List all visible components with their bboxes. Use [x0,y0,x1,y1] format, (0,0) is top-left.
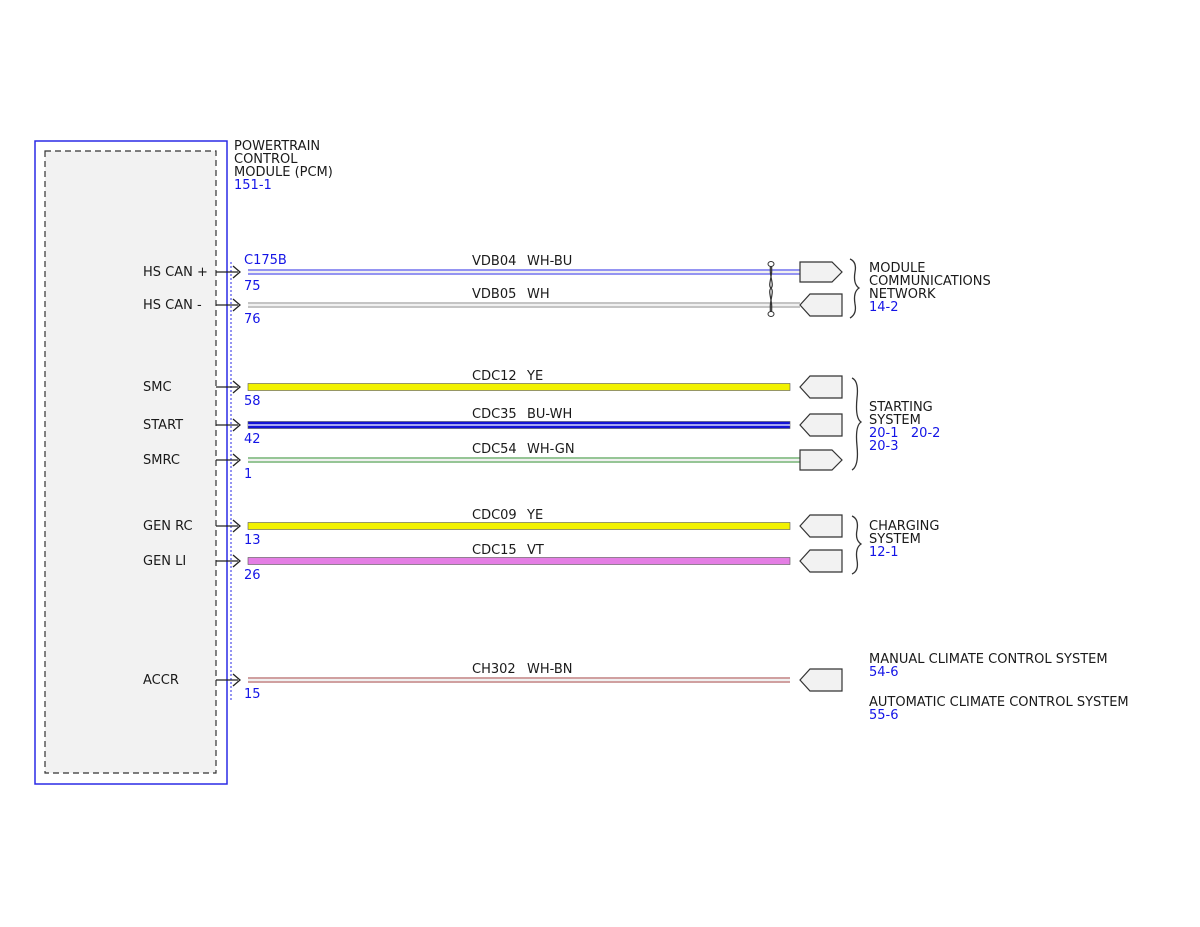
pin-number: 58 [244,394,261,409]
pin-number: 13 [244,533,261,548]
svg-text:14-2: 14-2 [869,300,899,315]
wire-color-code: YE [526,508,543,523]
connector-icon [799,413,843,437]
destination-automatic-climate: AUTOMATIC CLIMATE CONTROL SYSTEM 55-6 [869,695,1129,723]
wiring-diagram: POWERTRAIN CONTROL MODULE (PCM) 151-1 C1… [34,139,1129,785]
circuit-ch302: ACCR 15 CH302 WH-BN [143,662,790,702]
brace-starting [851,377,863,471]
svg-text:AUTOMATIC CLIMATE CONTROL SYST: AUTOMATIC CLIMATE CONTROL SYSTEM [869,695,1129,710]
circuit-id: CDC09 [472,508,517,523]
pin-number: 75 [244,279,261,294]
circuit-vdb05: HS CAN - 76 VDB05 WH [143,287,800,327]
connector-icon [799,514,843,538]
circuit-id: CDC15 [472,543,517,558]
module-ref: 151-1 [234,178,272,193]
signal-label: GEN RC [143,519,193,534]
signal-label: START [143,418,183,433]
wire-color-code: BU-WH [527,407,572,422]
circuit-cdc35: START 42 CDC35 BU-WH [143,407,791,447]
wire-color-code: YE [526,369,543,384]
destination-starting-system: STARTING SYSTEM 20-1 20-2 20-3 [869,400,940,454]
connector-id: C175B [244,253,287,268]
signal-label: ACCR [143,673,179,688]
connector-icon [799,668,843,692]
circuit-cdc12: SMC 58 CDC12 YE [143,369,791,409]
brace-charging [851,515,863,575]
signal-label: HS CAN - [143,298,202,313]
svg-text:MANUAL CLIMATE CONTROL SYSTEM: MANUAL CLIMATE CONTROL SYSTEM [869,652,1108,667]
svg-text:20-3: 20-3 [869,439,899,454]
connector-icon [799,261,843,283]
wire-color-code: WH-BU [527,254,572,269]
svg-text:55-6: 55-6 [869,708,899,723]
pin-number: 26 [244,568,261,583]
svg-text:54-6: 54-6 [869,665,899,680]
signal-label: SMRC [143,453,180,468]
pin-number: 42 [244,432,261,447]
circuit-id: VDB04 [472,254,516,269]
destination-charging-system: CHARGING SYSTEM 12-1 [869,519,939,560]
wire [247,557,791,565]
circuit-id: CH302 [472,662,516,677]
destination-manual-climate: MANUAL CLIMATE CONTROL SYSTEM 54-6 [869,652,1108,680]
circuit-cdc09: GEN RC 13 CDC09 YE [143,508,791,548]
wire-color-code: VT [527,543,544,558]
brace-module-comm [849,258,861,319]
wire [247,383,791,391]
signal-label: HS CAN + [143,265,208,280]
circuit-id: VDB05 [472,287,516,302]
pin-number: 76 [244,312,261,327]
wire-color-code: WH-BN [527,662,573,677]
circuit-id: CDC54 [472,442,517,457]
pcm-module-body [44,150,217,774]
wire [247,522,791,530]
connector-icon [799,449,843,471]
circuit-id: CDC35 [472,407,517,422]
wire-color-code: WH [527,287,550,302]
pin-number: 1 [244,467,252,482]
destination-module-comm: MODULE COMMUNICATIONS NETWORK 14-2 [869,261,991,315]
connector-icon [799,293,843,317]
circuit-cdc54: SMRC 1 CDC54 WH-GN [143,442,800,482]
circuit-id: CDC12 [472,369,517,384]
wire-color-code: WH-GN [527,442,575,457]
signal-label: SMC [143,380,172,395]
signal-label: GEN LI [143,554,186,569]
pin-number: 15 [244,687,261,702]
svg-text:12-1: 12-1 [869,545,899,560]
connector-icon [799,375,843,399]
circuit-cdc15: GEN LI 26 CDC15 VT [143,543,791,583]
connector-icon [799,549,843,573]
